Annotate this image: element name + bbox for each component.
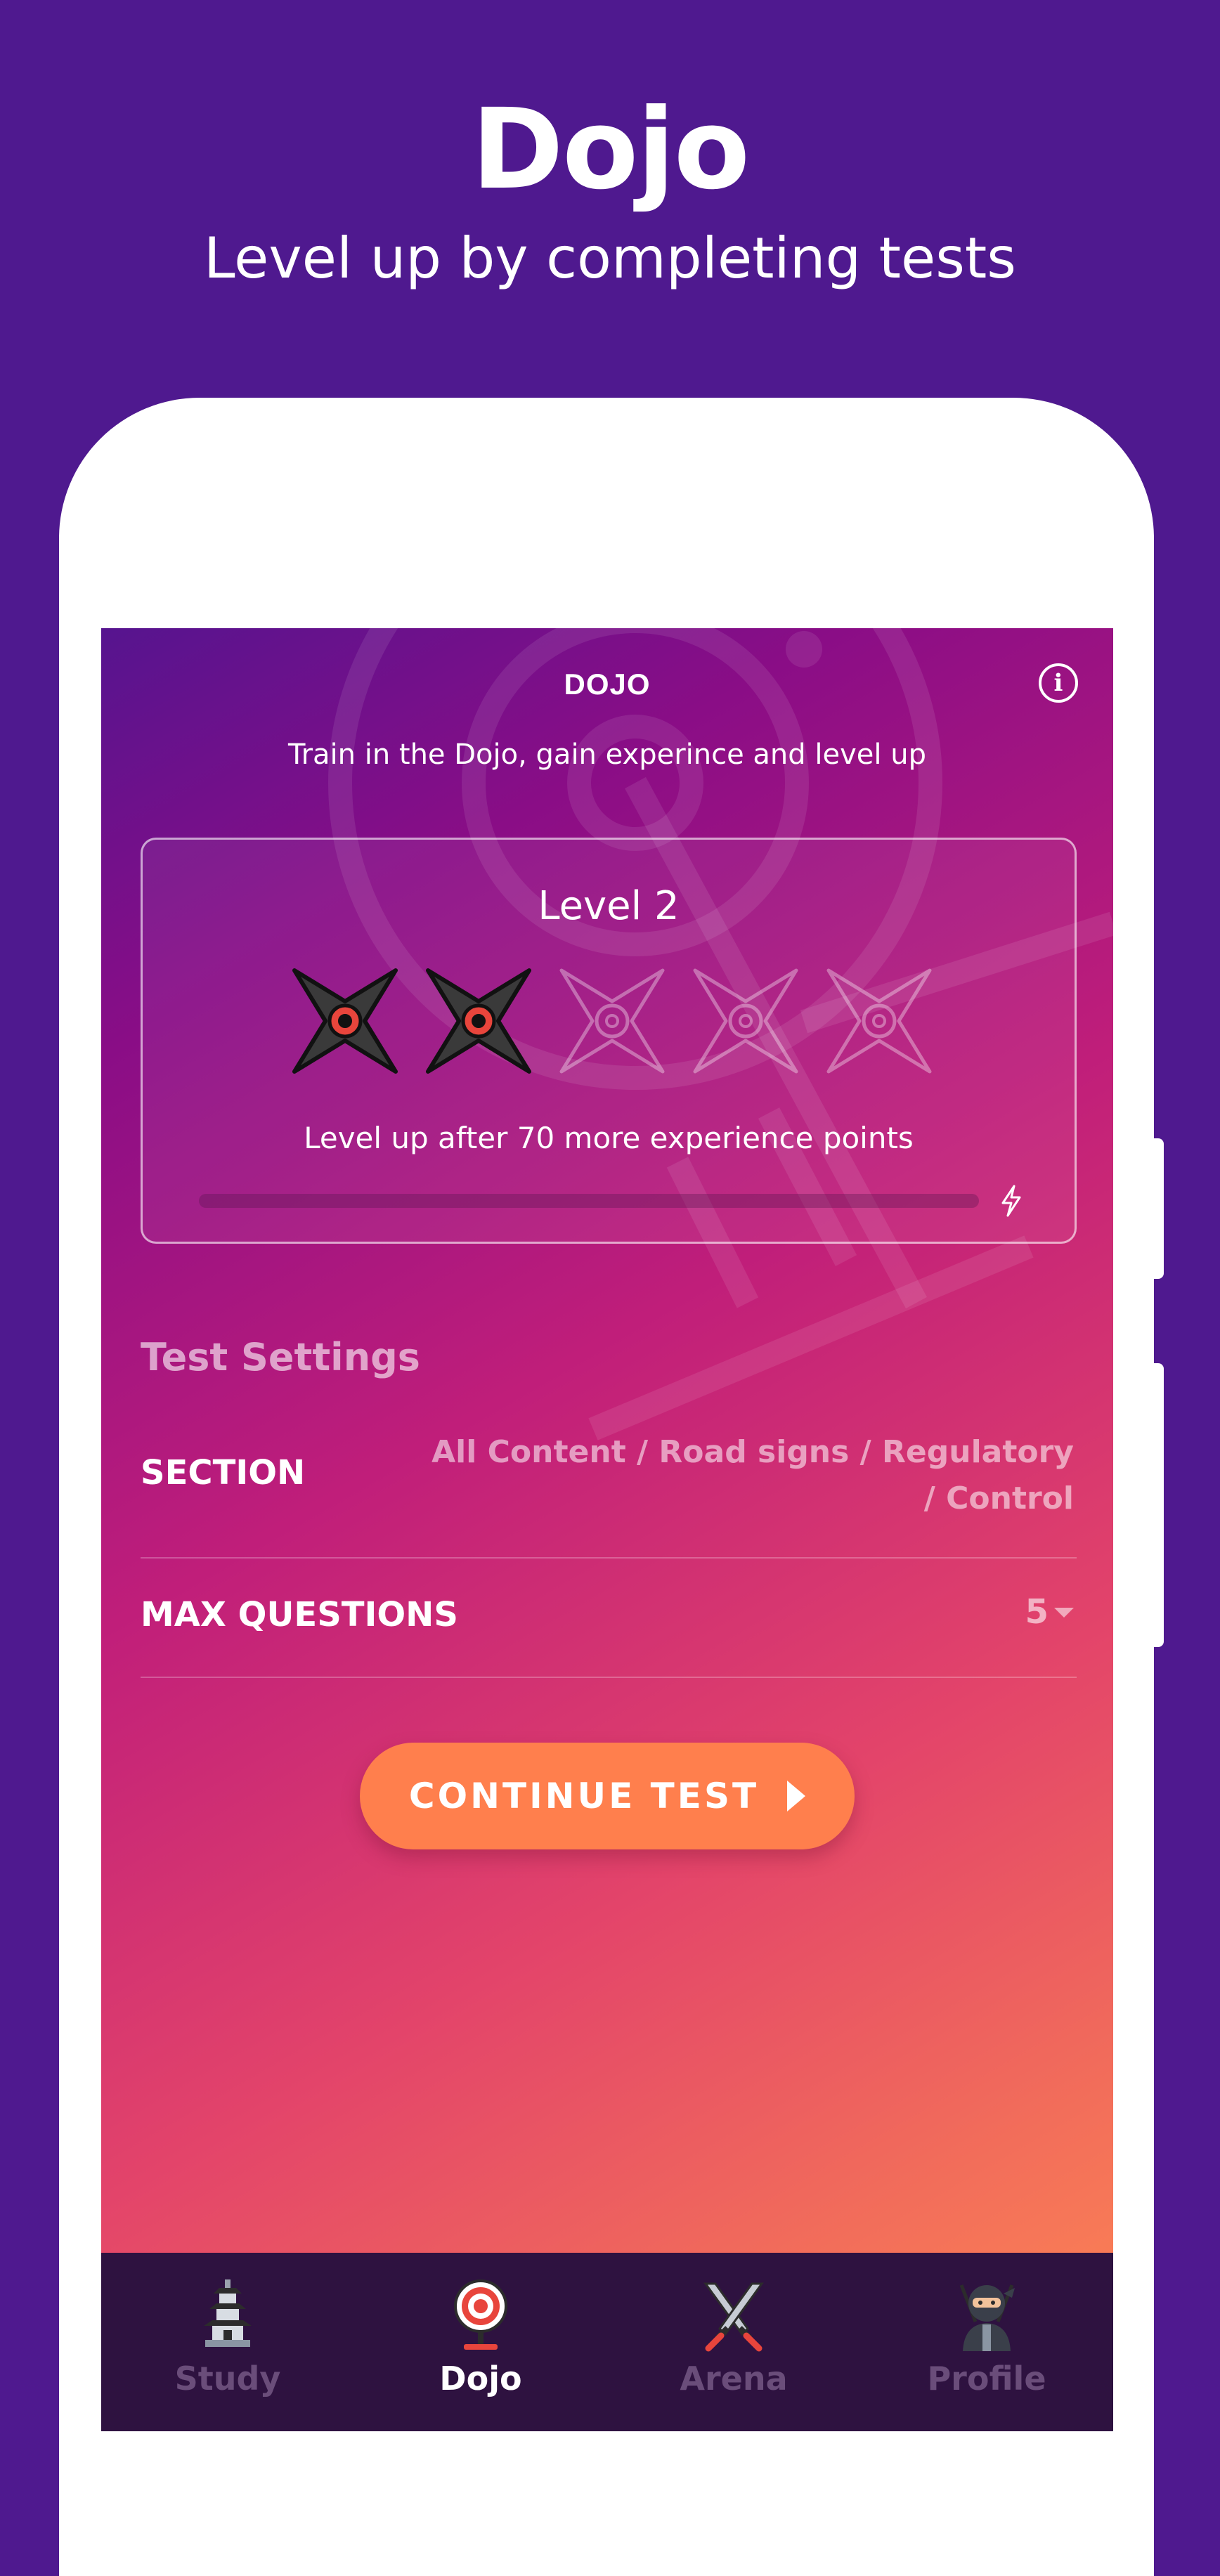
- divider: [141, 1557, 1077, 1559]
- level-card: Level 2 Level up after 70 more experienc…: [141, 838, 1077, 1244]
- continue-test-label: CONTINUE TEST: [408, 1776, 760, 1816]
- section-label: SECTION: [141, 1453, 306, 1492]
- shuriken-earned-icon: [426, 968, 531, 1074]
- promo-subtitle: Level up by completing tests: [204, 226, 1016, 291]
- nav-label: Dojo: [439, 2360, 522, 2398]
- bottom-navigation: Study Dojo Arena Profile: [101, 2253, 1113, 2431]
- continue-test-button[interactable]: CONTINUE TEST: [360, 1743, 855, 1849]
- promo-title: Dojo: [471, 85, 750, 214]
- app-screen: DOJO i Train in the Dojo, gain experince…: [101, 628, 1113, 2431]
- nav-label: Arena: [680, 2360, 788, 2398]
- nav-label: Study: [174, 2360, 281, 2398]
- shuriken-empty-icon: [826, 968, 932, 1074]
- shuriken-empty-icon: [559, 968, 665, 1074]
- experience-progress-bar: [199, 1194, 979, 1208]
- phone-side-button: [1154, 1363, 1164, 1647]
- max-questions-select[interactable]: 5: [1025, 1592, 1049, 1632]
- nav-item-profile[interactable]: Profile: [860, 2253, 1113, 2431]
- phone-side-button: [1154, 1138, 1164, 1279]
- ninja-icon: [959, 2284, 1015, 2351]
- nav-item-study[interactable]: Study: [101, 2253, 354, 2431]
- play-icon: [787, 1781, 806, 1811]
- crossed-swords-icon: [703, 2282, 764, 2352]
- target-icon: [454, 2279, 507, 2350]
- nav-label: Profile: [927, 2360, 1046, 2398]
- shuriken-earned-icon: [292, 968, 398, 1074]
- level-title: Level 2: [538, 883, 680, 929]
- test-settings-heading: Test Settings: [141, 1335, 420, 1379]
- lightning-bolt-icon: [1001, 1185, 1021, 1217]
- nav-item-arena[interactable]: Arena: [607, 2253, 860, 2431]
- info-icon[interactable]: i: [1039, 663, 1078, 703]
- nav-item-dojo[interactable]: Dojo: [354, 2253, 607, 2431]
- level-stars: [289, 965, 935, 1077]
- max-questions-label: MAX QUESTIONS: [141, 1595, 458, 1634]
- screen-subtitle: Train in the Dojo, gain experince and le…: [288, 739, 926, 771]
- shuriken-empty-icon: [693, 968, 798, 1074]
- pagoda-icon: [204, 2279, 252, 2347]
- section-value[interactable]: All Content / Road signs / Regulatory / …: [413, 1429, 1074, 1522]
- divider: [141, 1677, 1077, 1678]
- level-message: Level up after 70 more experience points: [304, 1121, 914, 1155]
- screen-title: DOJO: [564, 668, 651, 701]
- chevron-down-icon[interactable]: [1054, 1608, 1074, 1618]
